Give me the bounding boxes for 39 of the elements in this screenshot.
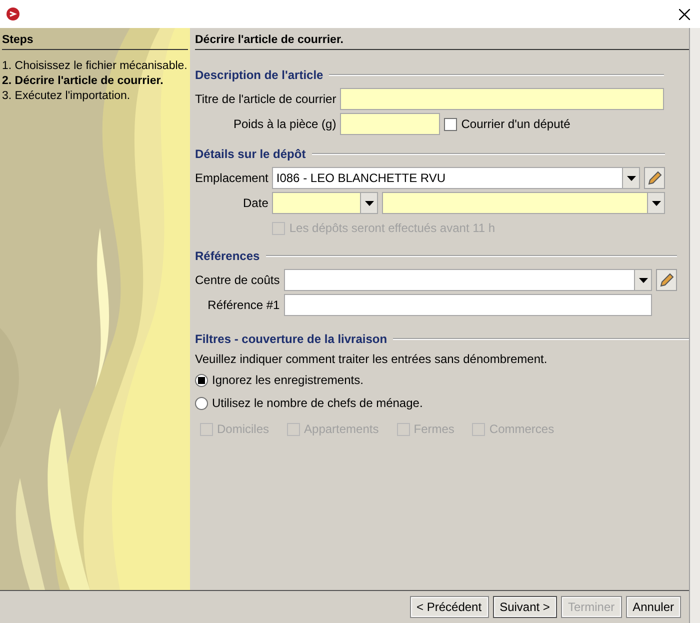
field-label: Date [243,196,268,210]
wizard-button[interactable]: < Précédent [410,596,489,618]
field-label: Centre de coûts [195,273,280,287]
radio-option[interactable]: Ignorez les enregistrements. [195,373,364,387]
edit-button[interactable] [644,167,665,189]
checkbox[interactable]: Courrier d'un député [444,117,570,131]
input-field[interactable] [340,113,440,135]
input-field[interactable] [340,88,664,110]
radio-option[interactable]: Utilisez le nombre de chefs de ménage. [195,396,423,410]
pencil-icon [647,170,662,186]
caret-icon [652,200,660,206]
pencil-icon [659,272,674,288]
section-title: Description de l'article [195,68,324,82]
edit-button[interactable] [656,269,677,291]
step-item: 2. Décrire l'article de courrier. [2,75,164,87]
input-field[interactable] [284,294,652,316]
field-label: Référence #1 [208,298,280,312]
wizard-button[interactable]: Suivant > [492,596,557,618]
app-icon [6,7,20,21]
page-heading: Décrire l'article de courrier. [195,34,689,50]
dropdown-field[interactable]: I086 - LEO BLANCHETTE RVU [272,167,640,189]
caret-icon [364,200,374,206]
dropdown-field[interactable] [284,269,652,291]
step-item: 1. Choisissez le fichier mécanisable. [2,60,188,72]
section-title: Références [195,249,260,263]
instruction-text: Veuillez indiquer comment traiter les entrées sans dénombrement. [195,352,548,366]
close-icon[interactable] [679,8,690,20]
field-label: Poids à la pièce (g) [234,117,336,131]
step-item: 3. Exécutez l'importation. [2,90,132,102]
wizard-button[interactable]: Annuler [626,596,681,618]
section-title: Filtres - couverture de la livraison [195,332,388,346]
steps-title: Steps [2,34,188,50]
caret-icon [638,278,648,282]
caret-icon [626,176,636,180]
dropdown-field[interactable] [382,192,665,214]
section-title: Détails sur le dépôt [195,147,306,161]
field-label: Titre de l'article de courrier [195,92,336,106]
field-label: Emplacement [195,171,268,185]
date-field[interactable] [272,192,378,214]
